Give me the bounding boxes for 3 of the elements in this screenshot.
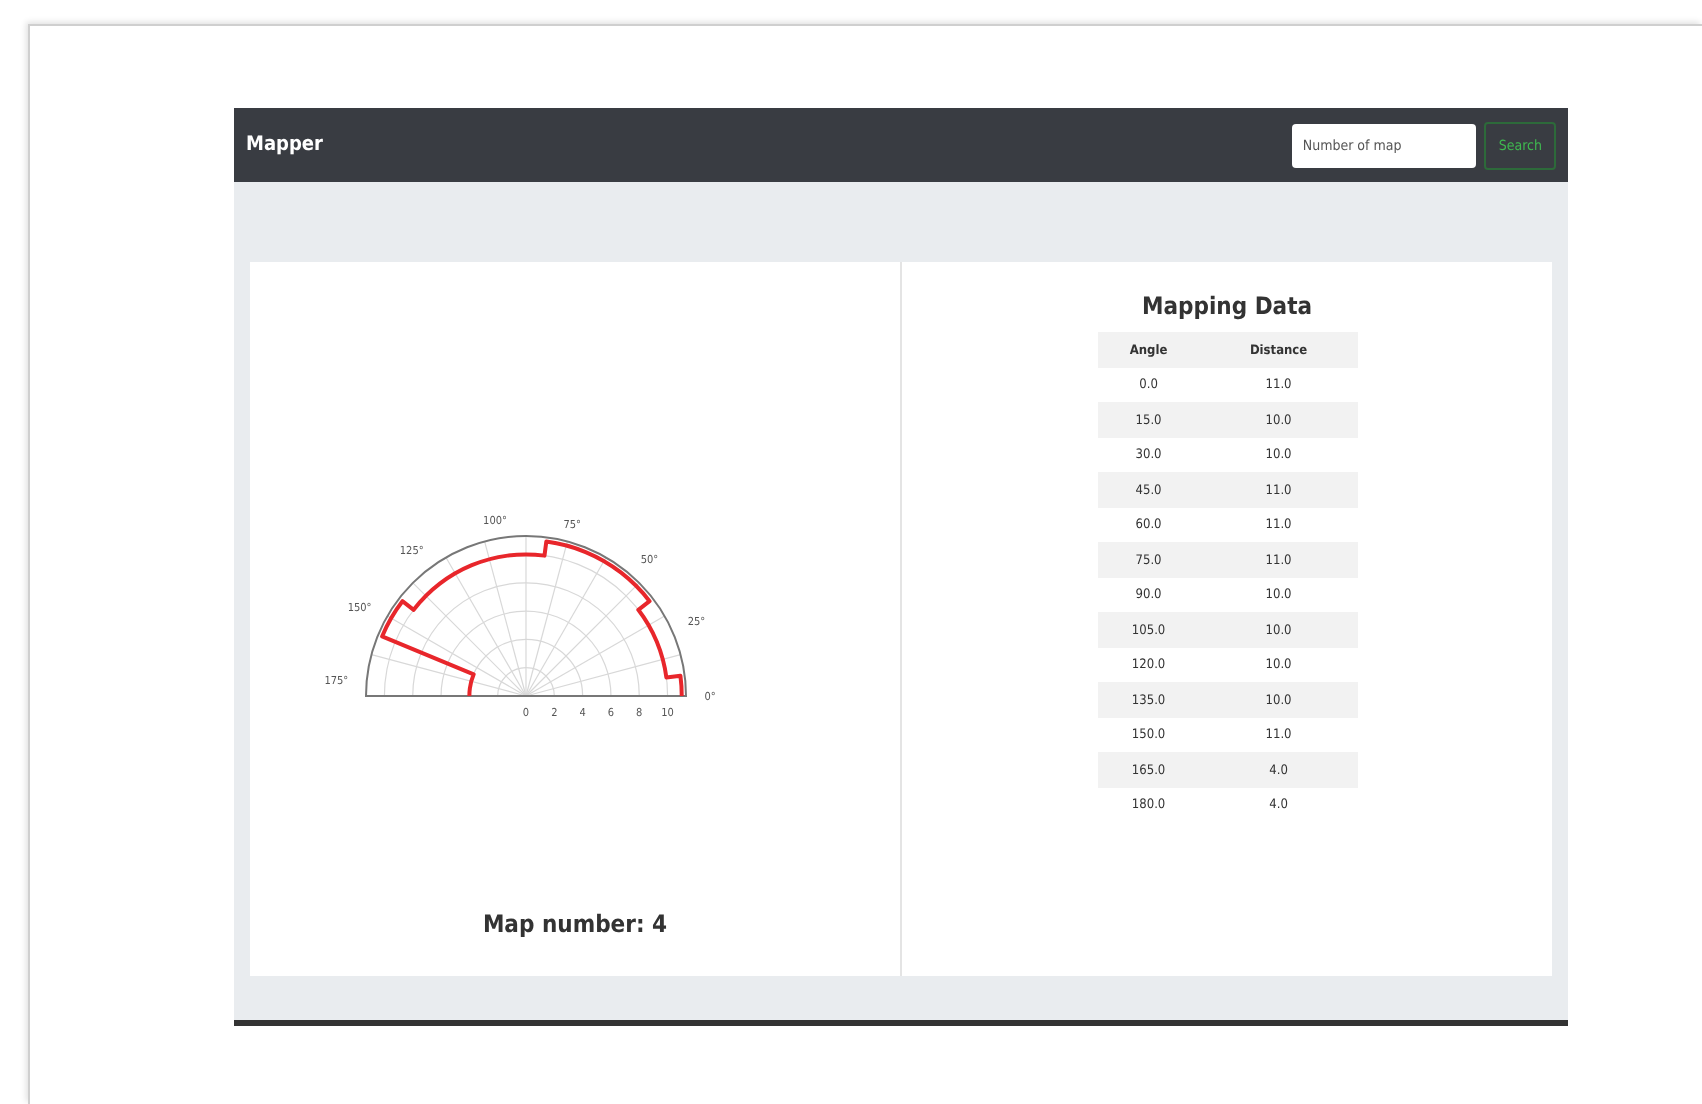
table-title: Mapping Data [1141, 292, 1313, 320]
brand-title: Mapper [246, 134, 323, 156]
map-number-caption: Map number: 4 [482, 910, 668, 938]
